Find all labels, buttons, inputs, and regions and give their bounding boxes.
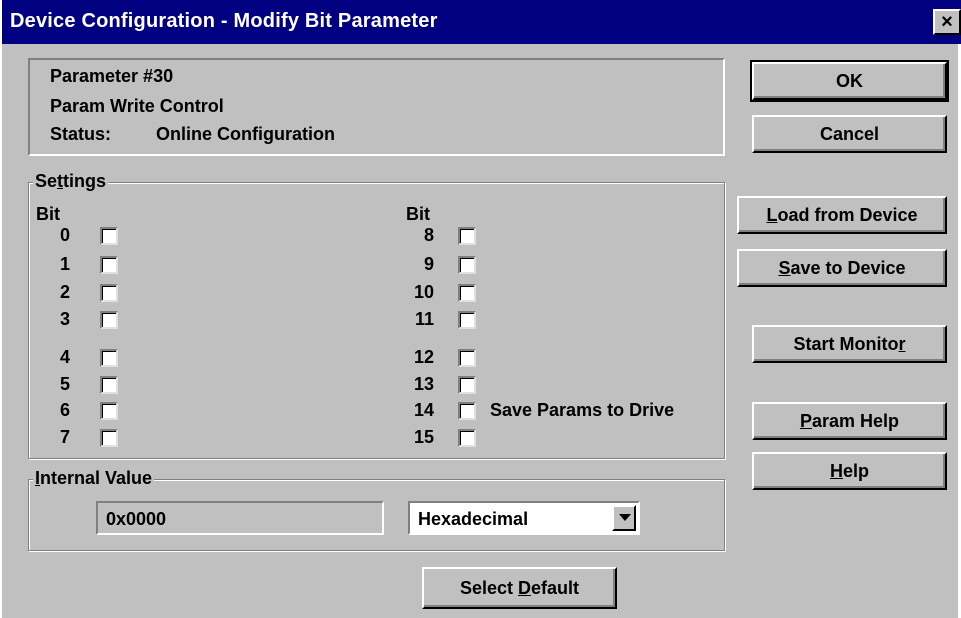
bit-6-checkbox[interactable]: [100, 402, 118, 420]
bit-number-6: 6: [59, 400, 70, 420]
chevron-down-icon[interactable]: [612, 505, 636, 531]
bit-8-checkbox[interactable]: [458, 227, 476, 245]
bit-number-1: 1: [59, 254, 70, 274]
status-value: Online Configuration: [156, 124, 335, 144]
bit-4-checkbox[interactable]: [100, 349, 118, 367]
param-help-button[interactable]: Param Help: [752, 402, 947, 440]
bit-0-checkbox[interactable]: [100, 227, 118, 245]
bit-number-8: 8: [423, 225, 434, 245]
close-button[interactable]: ×: [933, 9, 961, 35]
bit-number-12: 12: [413, 347, 434, 367]
bit-9-checkbox[interactable]: [458, 256, 476, 274]
load-from-device-button[interactable]: Load from Device: [737, 196, 947, 234]
bit-header-right: Bit: [406, 204, 430, 224]
bit-number-3: 3: [59, 309, 70, 329]
internal-value-group-label: Internal Value: [33, 468, 155, 489]
format-dropdown-value: Hexadecimal: [418, 509, 529, 529]
settings-group-label: Settings: [33, 171, 109, 192]
bit-7-checkbox[interactable]: [100, 429, 118, 447]
parameter-name: Param Write Control: [50, 96, 224, 116]
bit-number-0: 0: [59, 225, 70, 245]
cancel-button[interactable]: Cancel: [752, 115, 947, 153]
title-bar[interactable]: Device Configuration - Modify Bit Parame…: [2, 0, 961, 44]
dialog-window: Device Configuration - Modify Bit Parame…: [0, 0, 961, 618]
ok-button[interactable]: OK: [750, 60, 949, 102]
bit-14-checkbox[interactable]: [458, 402, 476, 420]
bit-2-checkbox[interactable]: [100, 284, 118, 302]
bit-number-10: 10: [413, 282, 434, 302]
bit-10-checkbox[interactable]: [458, 284, 476, 302]
window-title: Device Configuration - Modify Bit Parame…: [10, 10, 438, 32]
bit-number-14: 14: [413, 400, 434, 420]
bit-number-5: 5: [59, 374, 70, 394]
bit-13-checkbox[interactable]: [458, 376, 476, 394]
bit-14-label: Save Params to Drive: [490, 400, 675, 420]
close-icon: ×: [941, 11, 953, 33]
bit-header-left: Bit: [36, 204, 60, 224]
bit-number-7: 7: [59, 427, 70, 447]
parameter-number: Parameter #30: [50, 66, 174, 86]
internal-value-field: 0x0000: [96, 501, 384, 535]
bit-12-checkbox[interactable]: [458, 349, 476, 367]
bit-number-13: 13: [413, 374, 434, 394]
select-default-button[interactable]: Select Default: [422, 567, 617, 609]
status-label: Status:: [50, 124, 112, 144]
bit-3-checkbox[interactable]: [100, 311, 118, 329]
bit-15-checkbox[interactable]: [458, 429, 476, 447]
bit-number-15: 15: [413, 427, 434, 447]
bit-number-9: 9: [423, 254, 434, 274]
save-to-device-button[interactable]: Save to Device: [737, 249, 947, 287]
bit-number-11: 11: [414, 309, 434, 329]
bit-1-checkbox[interactable]: [100, 256, 118, 274]
bit-11-checkbox[interactable]: [458, 311, 476, 329]
format-dropdown[interactable]: Hexadecimal: [408, 501, 640, 535]
bit-5-checkbox[interactable]: [100, 376, 118, 394]
help-button[interactable]: Help: [752, 452, 947, 490]
bit-number-4: 4: [59, 347, 70, 367]
parameter-info-panel: Parameter #30 Param Write Control Status…: [28, 58, 725, 156]
start-monitor-button[interactable]: Start Monitor: [752, 325, 947, 363]
bit-number-2: 2: [59, 282, 70, 302]
